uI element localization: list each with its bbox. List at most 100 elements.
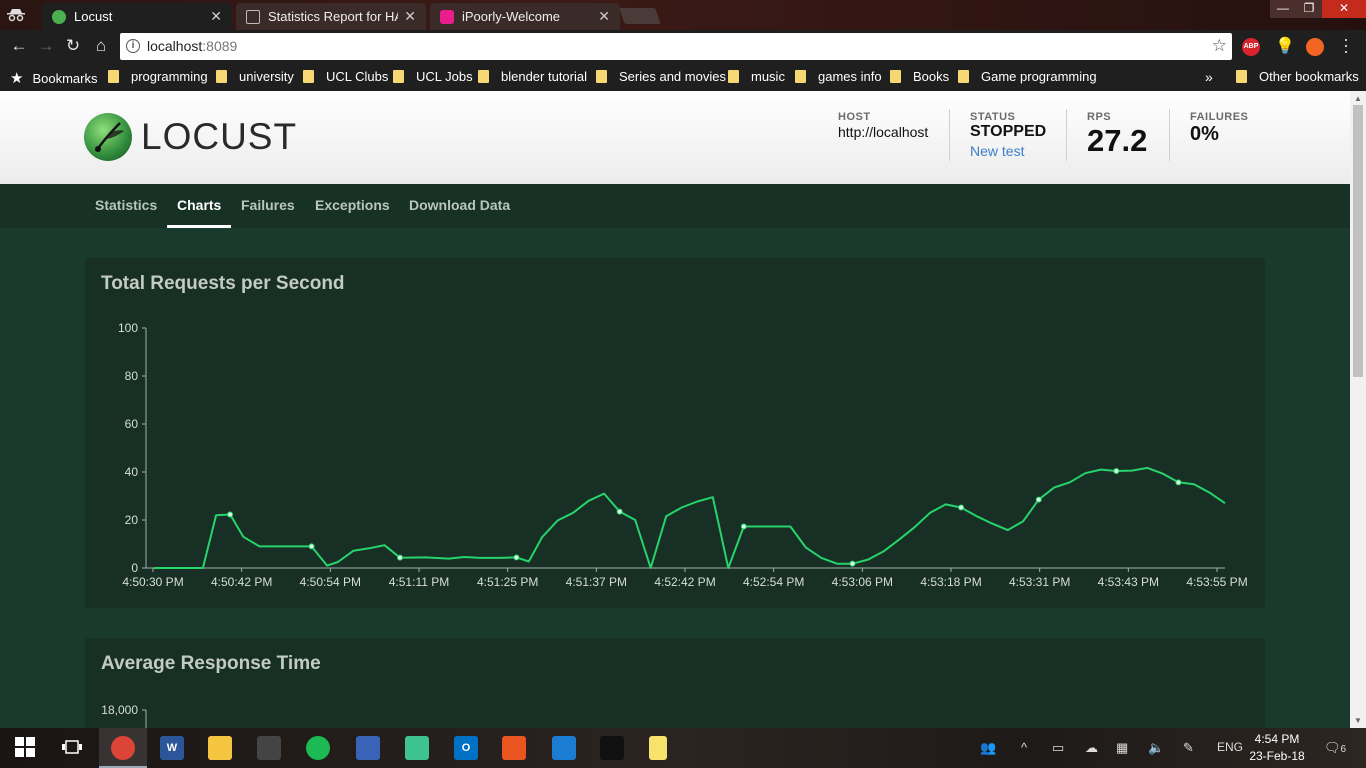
- locust-logo-icon: [84, 113, 132, 161]
- reload-button[interactable]: ↻: [62, 36, 84, 56]
- failures-value: 0%: [1190, 123, 1219, 145]
- language-indicator[interactable]: ENG: [1217, 740, 1243, 754]
- chrome-icon[interactable]: [111, 736, 135, 760]
- pen-icon[interactable]: ✎: [1183, 740, 1194, 756]
- file-explorer-icon[interactable]: [208, 736, 232, 760]
- address-bar[interactable]: i localhost:8089 ☆: [120, 33, 1232, 60]
- tab-failures[interactable]: Failures: [241, 197, 295, 213]
- response-time-chart-panel: Average Response Time 18,000: [85, 638, 1265, 728]
- scroll-down-arrow-icon[interactable]: ▼: [1354, 716, 1362, 725]
- tab-ipoorly-welcome[interactable]: iPoorly-Welcome ✕: [430, 3, 620, 30]
- bookmark-game-programming[interactable]: Game programming: [958, 69, 1097, 84]
- data-point: [227, 511, 234, 518]
- close-window-button[interactable]: ✕: [1322, 0, 1366, 18]
- fire-icon[interactable]: [1306, 38, 1324, 56]
- response-time-chart: 18,000: [101, 703, 147, 728]
- forward-button[interactable]: →: [35, 36, 57, 56]
- browser-menu-icon[interactable]: · · ·: [1340, 30, 1352, 60]
- new-tab-button[interactable]: [619, 8, 661, 24]
- close-tab-icon[interactable]: ✕: [598, 8, 610, 25]
- people-icon[interactable]: 👥: [980, 740, 996, 756]
- tab-exceptions[interactable]: Exceptions: [315, 197, 390, 213]
- word-icon[interactable]: W: [160, 736, 184, 760]
- folder-icon: [478, 70, 489, 83]
- tab-charts[interactable]: Charts: [177, 197, 221, 213]
- locust-header: LOCUST HOST http://localhost STATUS STOP…: [0, 91, 1350, 184]
- bookmark-star-icon[interactable]: ☆: [1212, 36, 1227, 56]
- star-icon: ★: [10, 70, 24, 87]
- divider: [1066, 109, 1067, 161]
- close-tab-icon[interactable]: ✕: [404, 8, 416, 25]
- data-point: [1035, 496, 1042, 503]
- scroll-thumb[interactable]: [1353, 105, 1363, 377]
- data-point: [1113, 468, 1120, 475]
- bookmark-music[interactable]: music: [728, 69, 785, 84]
- volume-icon[interactable]: 🔈: [1148, 740, 1164, 756]
- windows-start-icon[interactable]: [13, 736, 37, 760]
- app-blue-icon[interactable]: [356, 736, 380, 760]
- scroll-up-arrow-icon[interactable]: ▲: [1354, 94, 1362, 103]
- bookmarks-button[interactable]: ★ Bookmarks: [10, 69, 97, 87]
- bookmark-programming[interactable]: programming: [108, 69, 208, 84]
- clock[interactable]: 4:54 PM 23-Feb-18: [1248, 731, 1306, 765]
- y-tick-label: 0: [131, 561, 138, 575]
- bookmark-ucl-clubs[interactable]: UCL Clubs: [303, 69, 388, 84]
- x-tick-label: 4:50:54 PM: [300, 575, 361, 589]
- x-tick-label: 4:53:55 PM: [1186, 575, 1247, 589]
- cloud-sync-icon[interactable]: ☁: [1085, 740, 1098, 756]
- folder-icon: [393, 70, 404, 83]
- page-scrollbar[interactable]: ▲ ▼: [1350, 91, 1366, 728]
- rps-value: 27.2: [1087, 123, 1148, 158]
- data-point: [513, 554, 520, 561]
- tab-download-data[interactable]: Download Data: [409, 197, 510, 213]
- x-tick-label: 4:52:42 PM: [654, 575, 715, 589]
- other-bookmarks[interactable]: Other bookmarks: [1236, 69, 1359, 84]
- x-tick-label: 4:53:43 PM: [1098, 575, 1159, 589]
- bookmark-books[interactable]: Books: [890, 69, 949, 84]
- rps-stat: RPS 27.2: [1087, 111, 1148, 158]
- battery-icon[interactable]: ▭: [1052, 740, 1064, 756]
- minimize-button[interactable]: —: [1270, 0, 1296, 18]
- bookmark-series-and-movies[interactable]: Series and movies: [596, 69, 726, 84]
- data-point: [308, 543, 315, 550]
- divider: [1169, 109, 1170, 161]
- tab-statistics[interactable]: Statistics: [95, 197, 157, 213]
- new-test-link[interactable]: New test: [970, 143, 1046, 159]
- lightbulb-icon[interactable]: 💡: [1275, 38, 1295, 56]
- data-point: [849, 560, 856, 567]
- bookmark-university[interactable]: university: [216, 69, 294, 84]
- y-tick-label: 18,000: [101, 703, 138, 717]
- site-info-icon[interactable]: i: [126, 39, 140, 53]
- vscode-icon[interactable]: [552, 736, 576, 760]
- divider: [949, 109, 950, 161]
- status-value: STOPPED: [970, 123, 1047, 140]
- locust-logo-text: LOCUST: [141, 116, 298, 157]
- bookmark-games-info[interactable]: games info: [795, 69, 882, 84]
- sticky-notes-icon[interactable]: [649, 736, 667, 760]
- back-button[interactable]: ←: [8, 36, 30, 56]
- tab-haproxy-statistics[interactable]: Statistics Report for HAProxy ✕: [236, 3, 426, 30]
- terminal-icon[interactable]: [600, 736, 624, 760]
- outlook-icon[interactable]: O: [454, 736, 478, 760]
- network-icon[interactable]: ▦: [1116, 740, 1128, 756]
- bookmarks-overflow-button[interactable]: »: [1205, 69, 1213, 85]
- notification-center-icon[interactable]: 🗨6: [1324, 740, 1346, 756]
- close-tab-icon[interactable]: ✕: [210, 8, 222, 25]
- windows-taskbar: W O 👥 ^ ▭ ☁ ▦ 🔈 ✎ ENG 4:54 PM 23-Feb-18 🗨…: [0, 728, 1366, 768]
- show-hidden-icons-icon[interactable]: ^: [1021, 740, 1027, 755]
- folder-icon: [795, 70, 806, 83]
- restore-button[interactable]: ❐: [1296, 0, 1322, 18]
- bookmarks-bar: ★ Bookmarks programming university UCL Cl…: [0, 63, 1366, 91]
- bookmark-blender-tutorial[interactable]: blender tutorial: [478, 69, 587, 84]
- spotify-icon[interactable]: [306, 736, 330, 760]
- adblock-plus-icon[interactable]: ABP: [1242, 38, 1260, 56]
- home-button[interactable]: ⌂: [90, 36, 112, 56]
- rps-series-line: [154, 466, 1226, 569]
- bookmark-ucl-jobs[interactable]: UCL Jobs: [393, 69, 473, 84]
- task-view-icon[interactable]: [60, 736, 84, 760]
- ubuntu-icon[interactable]: [502, 736, 526, 760]
- app-icon[interactable]: [257, 736, 281, 760]
- tab-locust[interactable]: Locust ✕: [42, 3, 232, 30]
- atom-icon[interactable]: [405, 736, 429, 760]
- x-tick-label: 4:51:11 PM: [389, 575, 449, 589]
